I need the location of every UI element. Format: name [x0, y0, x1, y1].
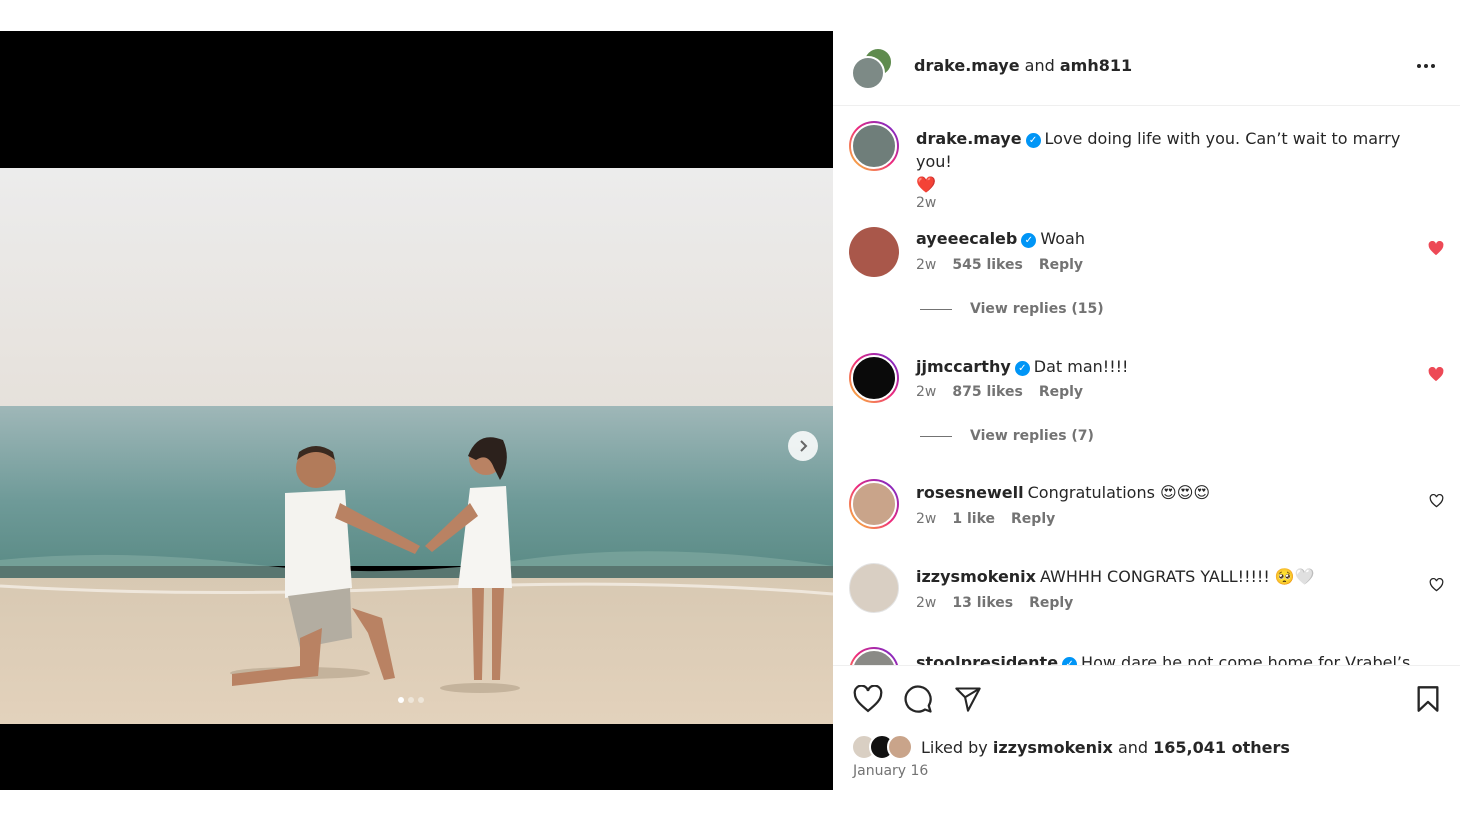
carousel-indicator — [398, 697, 424, 703]
comment-time: 2w — [916, 595, 937, 611]
comment-emojis: 😍😍😍 — [1160, 483, 1211, 502]
avatar[interactable] — [849, 121, 899, 171]
avatar[interactable] — [849, 647, 899, 665]
liker-avatars[interactable] — [851, 734, 921, 760]
comment-emojis: 🥺🤍 — [1274, 567, 1315, 586]
comment-body: AWHHH CONGRATS YALL!!!!! — [1039, 567, 1270, 586]
comment-like-button[interactable] — [1425, 490, 1447, 512]
collab-avatars[interactable] — [851, 47, 897, 93]
comment-like-button[interactable] — [1425, 574, 1447, 596]
comment-body: How dare he not come home for Vrabel’s — [1081, 653, 1411, 665]
author-link[interactable]: drake.maye — [914, 56, 1020, 75]
post-header: drake.maye and amh811 — [833, 31, 1460, 106]
comment-time: 2w — [916, 384, 937, 400]
comment-text: izzysmokenix AWHHH CONGRATS YALL!!!!! 🥺🤍 — [916, 565, 1416, 588]
carousel-dot — [408, 697, 414, 703]
author-conjunction: and — [1024, 56, 1055, 75]
comment-text: ayeeecaleb ✓ Woah — [916, 227, 1416, 250]
heart-outline-icon — [1429, 494, 1443, 508]
heart-emoji: ❤️ — [916, 175, 936, 194]
likes-count-link[interactable]: 165,041 others — [1153, 738, 1290, 757]
post-modal: drake.maye and amh811 drake.maye ✓ Love do… — [0, 31, 1460, 790]
post-photo — [0, 168, 833, 724]
comment-time: 2w — [916, 195, 937, 211]
more-options-button[interactable] — [1411, 53, 1441, 79]
send-icon — [955, 687, 981, 712]
post-authors: drake.maye and amh811 — [914, 56, 1132, 75]
comment-like-button[interactable] — [1425, 237, 1447, 259]
comment-text: rosesnewell Congratulations 😍😍😍 — [916, 481, 1416, 504]
reply-button[interactable]: Reply — [1011, 511, 1055, 527]
like-count[interactable]: 13 likes — [952, 595, 1013, 611]
heart-outline-icon — [853, 685, 883, 713]
more-horizontal-icon — [1417, 64, 1421, 68]
like-count[interactable]: 545 likes — [952, 257, 1022, 273]
author-link[interactable]: amh811 — [1060, 56, 1132, 75]
comment-meta: 2w 13 likes Reply — [916, 595, 1073, 611]
avatar[interactable] — [849, 227, 899, 277]
save-button[interactable] — [1411, 682, 1445, 716]
liker-link[interactable]: izzysmokenix — [993, 738, 1113, 757]
verified-badge-icon: ✓ — [1025, 133, 1041, 148]
heart-outline-icon — [1429, 578, 1443, 592]
comment-button[interactable] — [901, 682, 935, 716]
comment-body: Woah — [1040, 229, 1085, 248]
comment-meta: 2w 545 likes Reply — [916, 257, 1083, 273]
comment-meta: 2w 875 likes Reply — [916, 384, 1083, 400]
username-link[interactable]: rosesnewell — [916, 483, 1024, 502]
avatar[interactable] — [849, 479, 899, 529]
carousel-dot — [398, 697, 404, 703]
comment-like-button[interactable] — [1425, 363, 1447, 385]
carousel-dot — [418, 697, 424, 703]
comment-time: 2w — [916, 257, 937, 273]
caption-text: drake.maye ✓ Love doing life with you. Can… — [916, 127, 1416, 196]
comment-text: jjmccarthy ✓ Dat man!!!! — [916, 355, 1416, 378]
comment-body: Dat man!!!! — [1033, 357, 1129, 376]
verified-badge-icon: ✓ — [1062, 657, 1078, 665]
username-link[interactable]: drake.maye — [916, 129, 1022, 148]
liked-by-conjunction: and — [1117, 737, 1149, 757]
liked-by: Liked by izzysmokenix and 165,041 others — [851, 733, 1290, 761]
beach-proposal-photo — [0, 168, 833, 724]
view-replies-button[interactable]: View replies (15) — [920, 301, 1104, 317]
bookmark-icon — [1417, 686, 1439, 712]
reply-button[interactable]: Reply — [1039, 257, 1083, 273]
view-replies-button[interactable]: View replies (7) — [920, 428, 1094, 444]
post-date[interactable]: January 16 — [853, 763, 928, 779]
avatar[interactable] — [849, 353, 899, 403]
username-link[interactable]: stoolpresidente — [916, 653, 1058, 665]
next-slide-button[interactable] — [788, 431, 818, 461]
post-media — [0, 31, 833, 790]
post-actions: Liked by izzysmokenix and 165,041 others… — [833, 665, 1460, 790]
heart-filled-icon — [1428, 240, 1444, 255]
username-link[interactable]: ayeeecaleb — [916, 229, 1017, 248]
comment-body: Congratulations — [1027, 483, 1155, 502]
like-count[interactable]: 1 like — [952, 511, 995, 527]
reply-button[interactable]: Reply — [1029, 595, 1073, 611]
avatar[interactable] — [849, 563, 899, 613]
heart-filled-icon — [1428, 366, 1444, 381]
username-link[interactable]: izzysmokenix — [916, 567, 1036, 586]
verified-badge-icon: ✓ — [1021, 233, 1037, 248]
share-button[interactable] — [951, 682, 985, 716]
comment-text: stoolpresidente ✓ How dare he not come hom… — [916, 651, 1416, 665]
username-link[interactable]: jjmccarthy — [916, 357, 1011, 376]
comment-icon — [904, 685, 932, 713]
comment-meta: 2w 1 like Reply — [916, 511, 1055, 527]
reply-button[interactable]: Reply — [1039, 384, 1083, 400]
liked-by-prefix: Liked by — [921, 737, 988, 757]
post-details-panel: drake.maye and amh811 drake.maye ✓ Love do… — [833, 31, 1460, 790]
like-button[interactable] — [851, 682, 885, 716]
comment-time: 2w — [916, 511, 937, 527]
chevron-right-icon — [800, 440, 808, 452]
avatar — [887, 734, 913, 760]
verified-badge-icon: ✓ — [1014, 361, 1030, 376]
like-count[interactable]: 875 likes — [952, 384, 1022, 400]
comment-meta: 2w — [916, 195, 936, 211]
comments-list[interactable]: drake.maye ✓ Love doing life with you. Can… — [833, 107, 1460, 665]
avatar — [851, 56, 885, 90]
